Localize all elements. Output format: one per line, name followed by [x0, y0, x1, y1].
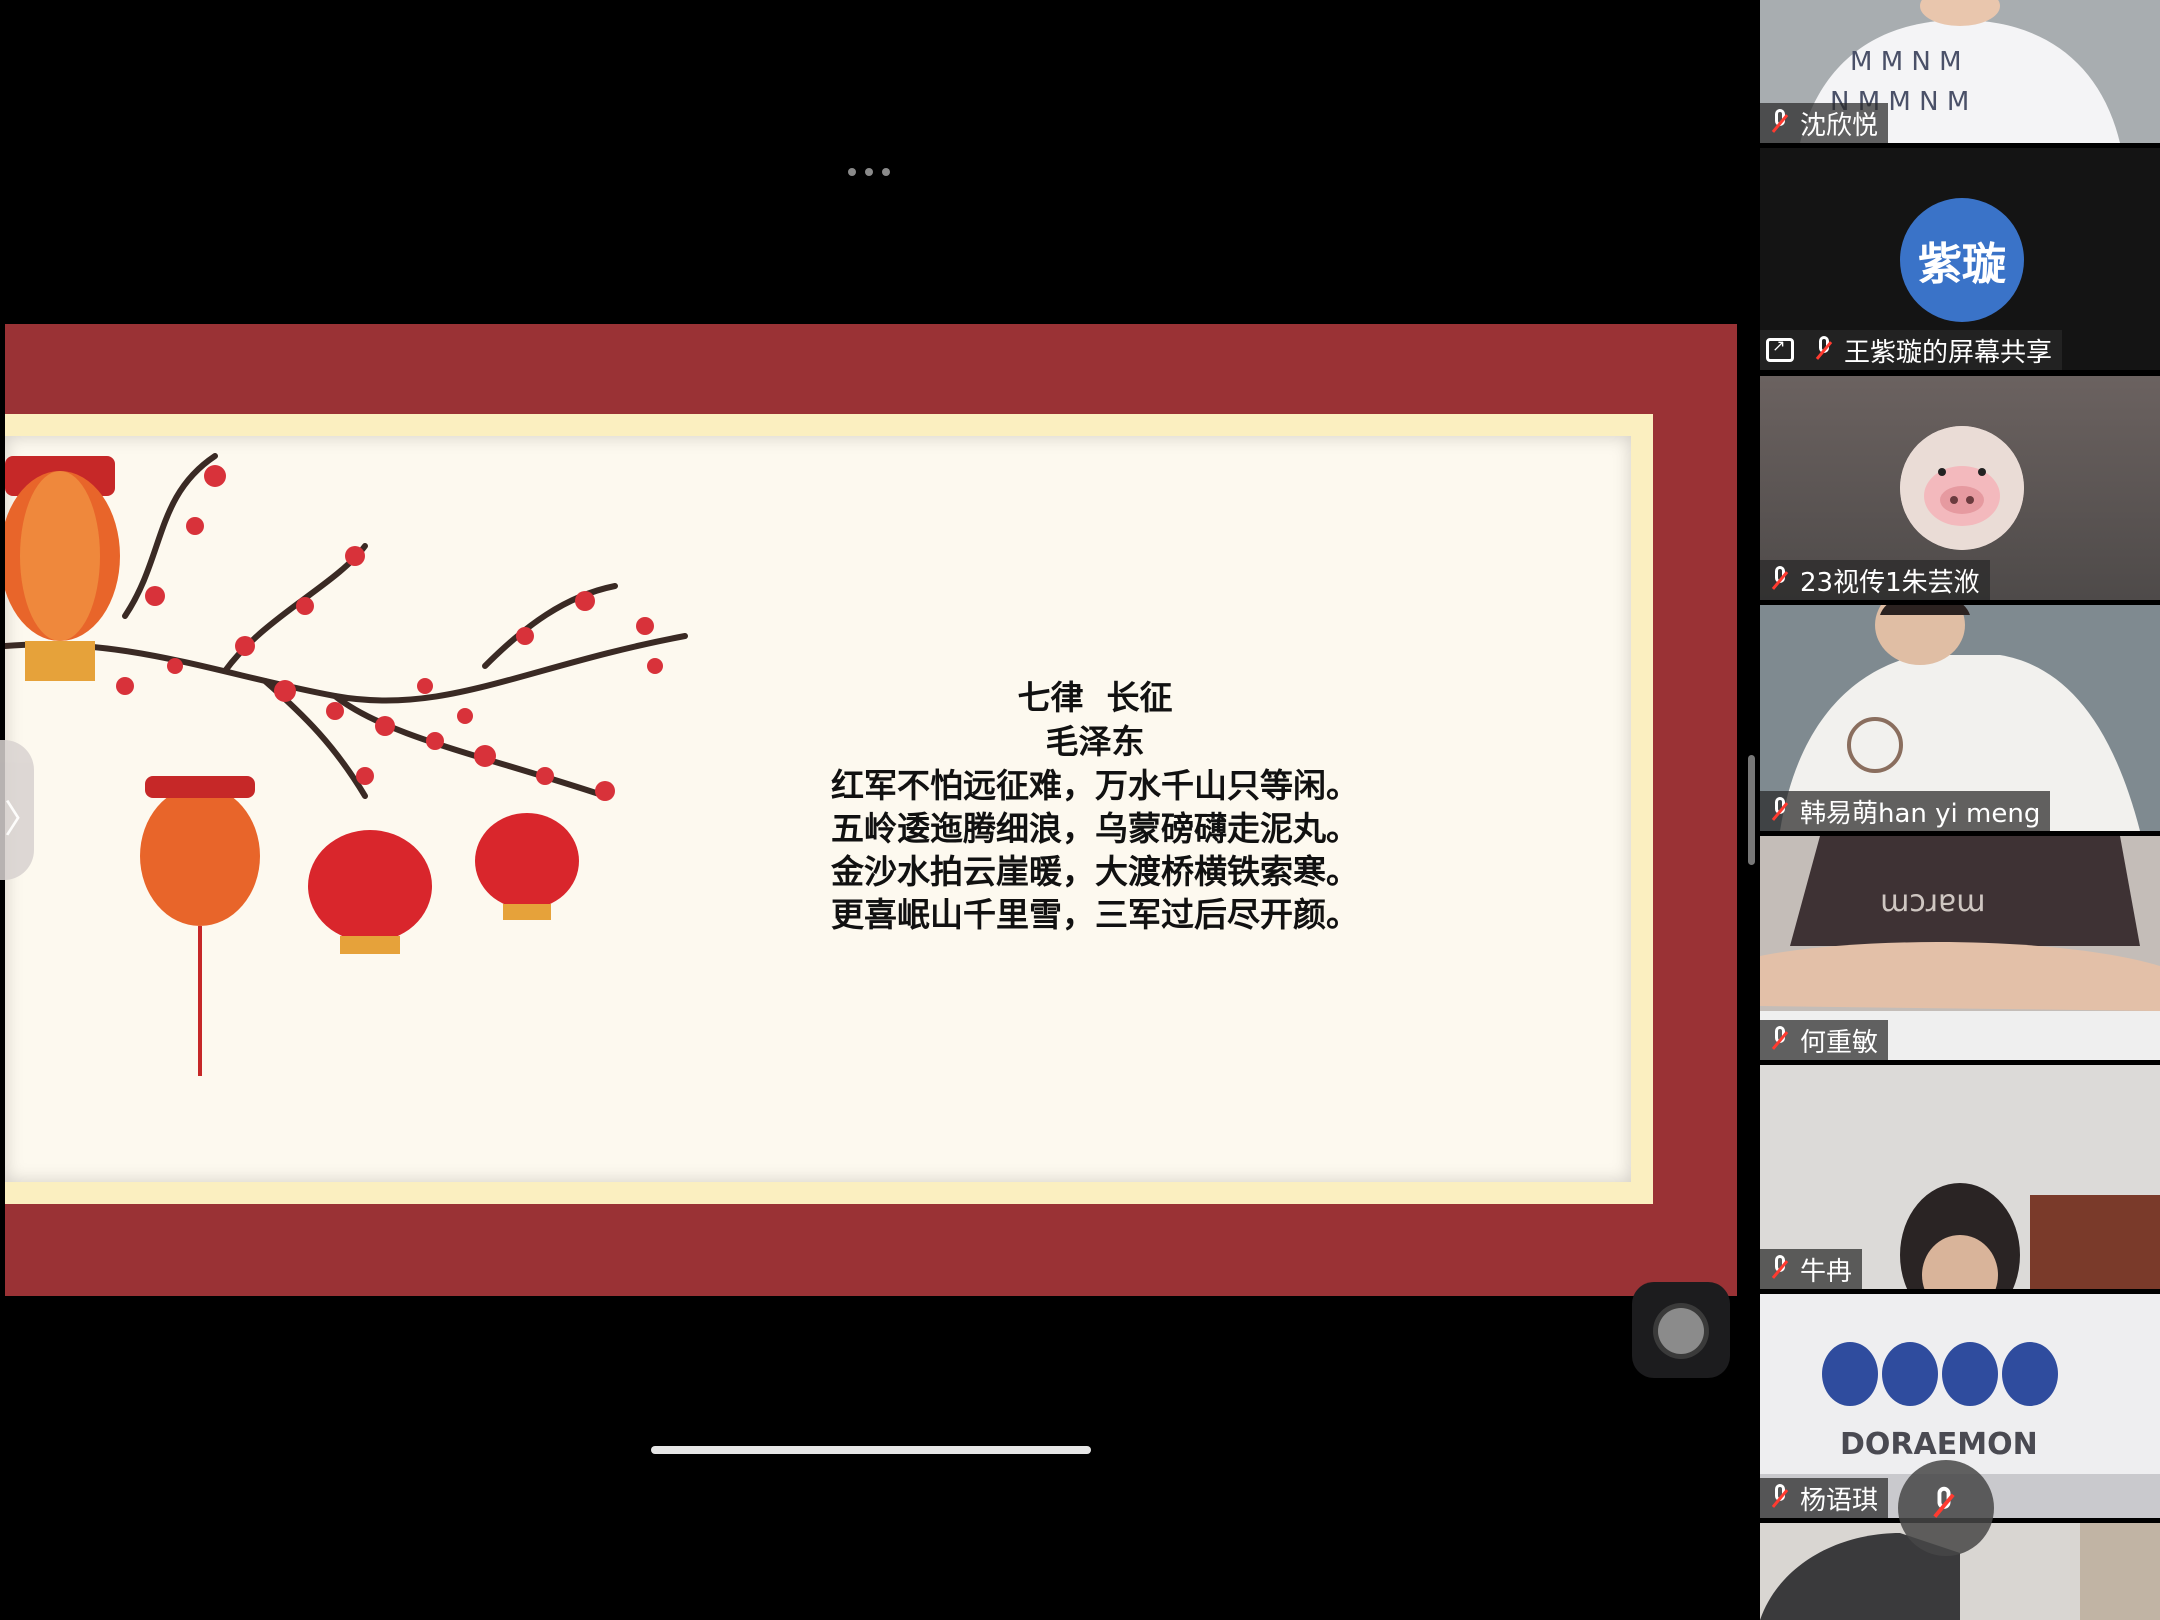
pig-avatar-icon — [1900, 426, 2024, 550]
mic-muted-icon — [1766, 796, 1794, 826]
more-options-icon[interactable] — [848, 160, 890, 184]
participant-name-bar: 23视传1朱芸浟 — [1760, 560, 1990, 600]
poem-text: 七律 长征 毛泽东 红军不怕远征难，万水千山只等闲。 五岭逶迤腾细浪，乌蒙磅礴走… — [775, 676, 1415, 936]
shirt-print-text: DORAEMON — [1840, 1427, 2038, 1462]
svg-text:ɯɔɹɐɯ: ɯɔɹɐɯ — [1880, 884, 1985, 919]
dot — [848, 168, 856, 176]
participant-name: 何重敏 — [1800, 1027, 1879, 1058]
floating-assistive-button[interactable] — [1632, 1282, 1730, 1378]
poem-line: 五岭逶迤腾细浪，乌蒙磅礴走泥丸。 — [831, 809, 1359, 848]
participant-name: 杨语琪 — [1800, 1485, 1879, 1516]
participant-name: 23视传1朱芸浟 — [1800, 567, 1980, 598]
participant-name: 牛冉 — [1800, 1256, 1853, 1287]
poem-line: 金沙水拍云崖暖，大渡桥横铁索寒。 — [831, 852, 1359, 891]
shared-screen-slide: 七律 长征 毛泽东 红军不怕远征难，万水千山只等闲。 五岭逶迤腾细浪，乌蒙磅礴走… — [5, 324, 1737, 1296]
avatar-initials: 紫璇 — [1918, 239, 2006, 290]
participant-name-bar: 沈欣悦 — [1760, 103, 1889, 143]
participant-name: 韩易萌han yi meng — [1800, 798, 2041, 829]
screen-share-icon — [1766, 336, 1794, 362]
mute-toggle-button[interactable] — [1898, 1460, 1994, 1556]
slide-mat: 七律 长征 毛泽东 红军不怕远征难，万水千山只等闲。 五岭逶迤腾细浪，乌蒙磅礴走… — [5, 414, 1653, 1204]
participant-name-bar: 牛冉 — [1760, 1249, 1863, 1289]
participant-name: 沈欣悦 — [1800, 110, 1879, 141]
mic-muted-icon — [1766, 565, 1794, 595]
poem-author: 毛泽东 — [1045, 722, 1145, 761]
panel-resize-handle[interactable] — [1748, 755, 1755, 865]
plum-blossom-lantern-illustration — [5, 453, 688, 1076]
participants-panel: M M N M N M M N M 沈欣悦 紫璇 王紫璇的屏幕共享 — [1760, 0, 2160, 1620]
participant-tile[interactable]: 紫璇 王紫璇的屏幕共享 — [1760, 148, 2160, 370]
participant-tile[interactable]: 23视传1朱芸浟 — [1760, 376, 2160, 600]
participant-tile[interactable]: ɯɔɹɐɯ 何重敏 — [1760, 836, 2160, 1060]
participant-name-bar: 杨语琪 — [1760, 1478, 1889, 1518]
participant-name: 王紫璇的屏幕共享 — [1844, 337, 2053, 368]
mic-muted-icon — [1810, 335, 1838, 365]
participant-tile[interactable]: M M N M N M M N M 沈欣悦 — [1760, 0, 2160, 143]
mic-muted-icon — [1766, 1483, 1794, 1513]
chevron-right-icon: 〉 — [4, 797, 43, 841]
mic-muted-icon — [1766, 1254, 1794, 1284]
dot — [882, 168, 890, 176]
mic-muted-icon — [1926, 1486, 1962, 1525]
avatar: 紫璇 — [1900, 198, 2024, 322]
poem-line: 红军不怕远征难，万水千山只等闲。 — [831, 766, 1359, 805]
mic-muted-icon — [1766, 108, 1794, 138]
record-icon — [1658, 1308, 1704, 1354]
participant-tile[interactable]: 韩易萌han yi meng — [1760, 605, 2160, 831]
avatar — [1900, 426, 2024, 550]
participant-name-bar: 韩易萌han yi meng — [1760, 791, 2051, 831]
svg-text:M M N M: M M N M — [1850, 47, 1962, 77]
side-drawer-tab[interactable]: 〉 — [0, 740, 42, 880]
home-indicator[interactable] — [651, 1446, 1091, 1454]
participant-name-bar: 何重敏 — [1760, 1020, 1889, 1060]
mic-muted-icon — [1766, 1025, 1794, 1055]
participant-tile[interactable]: 牛冉 — [1760, 1065, 2160, 1289]
poem-line: 更喜岷山千里雪，三军过后尽开颜。 — [831, 895, 1359, 934]
dot — [865, 168, 873, 176]
slide-paper: 七律 长征 毛泽东 红军不怕远征难，万水千山只等闲。 五岭逶迤腾细浪，乌蒙磅礴走… — [5, 436, 1631, 1182]
participant-name-bar: 王紫璇的屏幕共享 — [1760, 330, 2063, 370]
poem-title: 七律 长征 — [1017, 678, 1173, 717]
